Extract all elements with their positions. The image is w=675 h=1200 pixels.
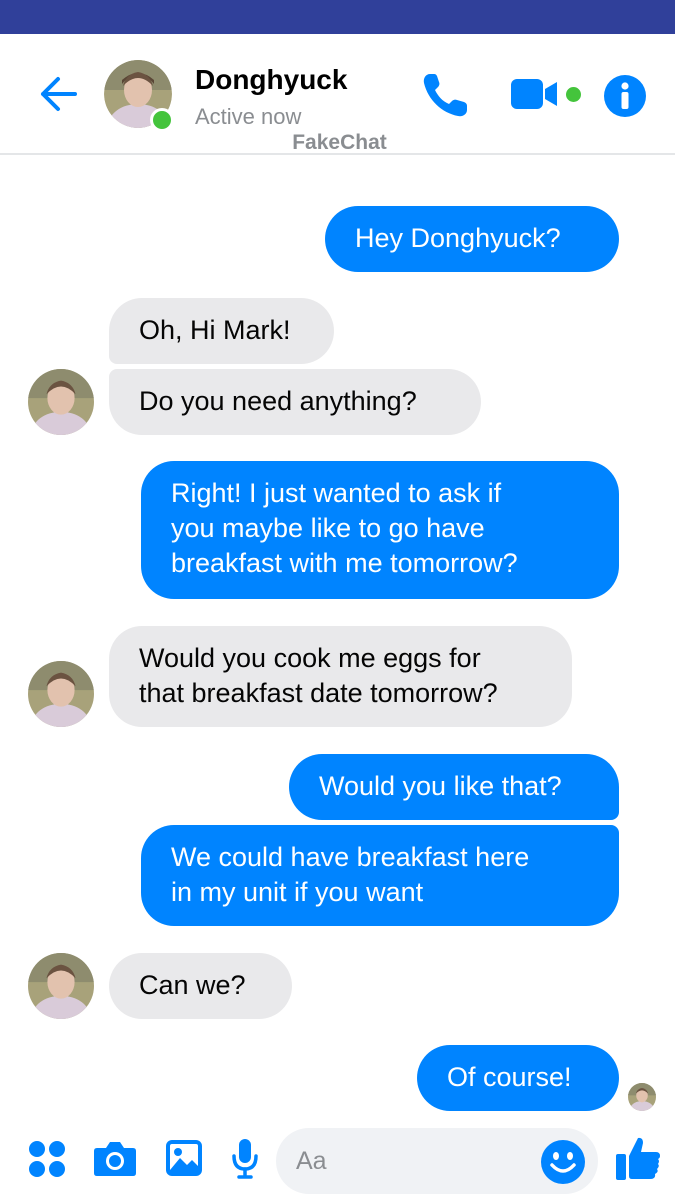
video-call-button[interactable] <box>510 78 560 110</box>
contact-photo <box>28 953 94 1019</box>
thumbs-up-icon <box>616 1137 660 1180</box>
message-bubble-sent[interactable]: Right! I just wanted to ask if you maybe… <box>141 461 619 599</box>
more-actions-button[interactable] <box>28 1140 66 1178</box>
contact-avatar[interactable] <box>28 953 94 1019</box>
arrow-left-icon <box>41 77 77 111</box>
composer-bar <box>0 1120 675 1200</box>
phone-icon <box>423 74 467 117</box>
microphone-icon <box>232 1139 258 1179</box>
video-active-indicator <box>566 87 581 102</box>
video-camera-icon <box>511 79 557 109</box>
emoji-button[interactable] <box>540 1139 586 1185</box>
message-input-container[interactable] <box>276 1128 598 1194</box>
emoji-icon <box>541 1140 585 1184</box>
back-button[interactable] <box>36 74 80 114</box>
call-button[interactable] <box>420 70 472 120</box>
image-icon <box>166 1140 202 1176</box>
message-bubble-sent[interactable]: Would you like that? <box>289 754 619 820</box>
contact-photo <box>28 661 94 727</box>
contact-name[interactable]: Donghyuck <box>195 64 347 96</box>
watermark: FakeChat <box>292 131 387 154</box>
message-bubble-received[interactable]: Do you need anything? <box>109 369 481 435</box>
message-bubble-received[interactable]: Oh, Hi Mark! <box>109 298 334 364</box>
gallery-button[interactable] <box>165 1138 203 1178</box>
camera-icon <box>94 1142 136 1176</box>
message-bubble-sent[interactable]: We could have breakfast here in my unit … <box>141 825 619 926</box>
like-button[interactable] <box>614 1134 662 1182</box>
contact-avatar[interactable] <box>104 60 174 132</box>
info-button[interactable] <box>603 74 647 118</box>
message-bubble-sent[interactable]: Of course! <box>417 1045 619 1111</box>
voice-message-button[interactable] <box>231 1138 259 1180</box>
message-input[interactable] <box>296 1140 526 1182</box>
message-bubble-sent[interactable]: Hey Donghyuck? <box>325 206 619 272</box>
camera-button[interactable] <box>93 1138 137 1178</box>
online-indicator <box>150 108 174 132</box>
info-icon <box>604 75 646 117</box>
four-dots-icon <box>29 1141 65 1177</box>
contact-avatar[interactable] <box>28 661 94 727</box>
message-bubble-received[interactable]: Can we? <box>109 953 292 1019</box>
contact-photo <box>28 369 94 435</box>
contact-photo <box>628 1083 656 1111</box>
status-bar <box>0 0 675 34</box>
presence-status: Active now <box>195 104 302 129</box>
watermark-container: FakeChat <box>0 131 675 155</box>
message-bubble-received[interactable]: Would you cook me eggs for that breakfas… <box>109 626 572 727</box>
contact-avatar[interactable] <box>28 369 94 435</box>
conversation-header: Donghyuck Active now FakeChat <box>0 34 675 155</box>
seen-indicator-avatar <box>628 1083 656 1111</box>
